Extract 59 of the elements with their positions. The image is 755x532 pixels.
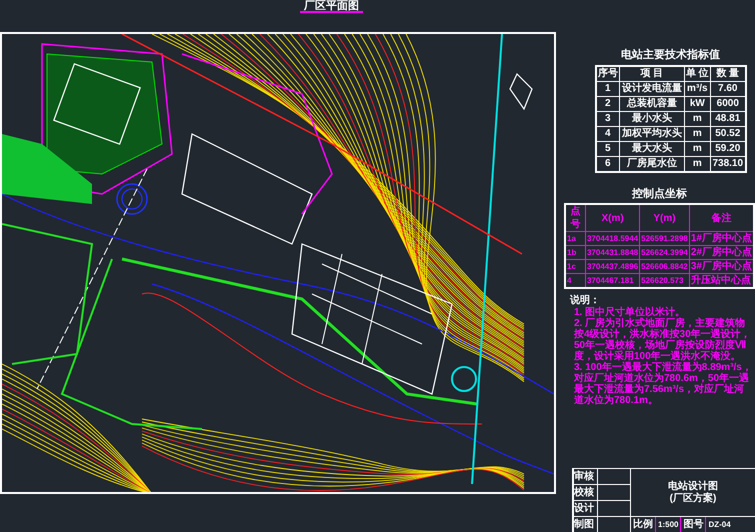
table-cell: 最小水头 bbox=[620, 112, 684, 126]
table-header: Y(m) bbox=[640, 204, 690, 232]
role-label: 审核 bbox=[574, 469, 598, 484]
table-cell: 526591.2898 bbox=[640, 232, 690, 246]
table-cell: 1c bbox=[565, 260, 586, 274]
table-cell: m bbox=[684, 126, 711, 142]
note-text: 2. 厂房为引水式地面厂房，主要建筑物按4级设计，洪水标准按30年一遇设计，50年一遇校核，场地厂房按设防烈度Ⅶ度，设计采用100年一遇洪水不淹没。 bbox=[574, 318, 752, 362]
table-cell: 设计发电流量 bbox=[620, 82, 684, 96]
table-header: 项 目 bbox=[620, 66, 684, 82]
drawing-title: 厂区平面图 bbox=[300, 0, 363, 13]
drawing-subtitle: (厂区方案) bbox=[670, 492, 716, 504]
table-cell: 48.81 bbox=[710, 112, 746, 126]
table-header: X(m) bbox=[585, 204, 640, 232]
table-cell: m³/s bbox=[684, 82, 711, 96]
table-cell: 2 bbox=[596, 96, 620, 112]
table-cell: 526624.3994 bbox=[640, 246, 690, 260]
table-title: 控制点坐标 bbox=[632, 187, 687, 201]
table-cell: 4 bbox=[565, 274, 586, 288]
table-cell: m bbox=[684, 112, 711, 126]
table-cell: 5 bbox=[596, 142, 620, 156]
table-header: 数 量 bbox=[710, 66, 746, 82]
role-label: 设计 bbox=[574, 501, 598, 516]
table-cell: 1b bbox=[565, 246, 586, 260]
role-label: 校核 bbox=[574, 485, 598, 500]
table-cell: 6000 bbox=[710, 96, 746, 112]
table-cell: 3#厂房中心点 bbox=[689, 260, 754, 274]
table-cell: 526606.8842 bbox=[640, 260, 690, 274]
table-header: 单 位 bbox=[684, 66, 711, 82]
table-cell: 3704437.4896 bbox=[585, 260, 640, 274]
table-header: 点号 bbox=[565, 204, 586, 232]
table-cell: 50.52 bbox=[710, 126, 746, 142]
drawing-name: 电站设计图 bbox=[668, 480, 718, 492]
table-cell: 加权平均水头 bbox=[620, 126, 684, 142]
scale-label: 比例 bbox=[631, 517, 656, 532]
table-cell: 2#厂房中心点 bbox=[689, 246, 754, 260]
table-cell: 3 bbox=[596, 112, 620, 126]
table-cell: 1a bbox=[565, 232, 586, 246]
table-cell: 3704418.5944 bbox=[585, 232, 640, 246]
note-text: 1. 图中尺寸单位以米计。 bbox=[574, 307, 686, 318]
table-cell: 1 bbox=[596, 82, 620, 96]
table-header: 序号 bbox=[596, 66, 620, 82]
table-cell: 总装机容量 bbox=[620, 96, 684, 112]
role-label: 制图 bbox=[574, 517, 598, 532]
number-value: DZ-04 bbox=[707, 519, 732, 531]
table-cell: 3704431.8848 bbox=[585, 246, 640, 260]
table-cell: 526620.573 bbox=[640, 274, 690, 288]
table-cell: 最大水头 bbox=[620, 142, 684, 156]
table-cell: 4 bbox=[596, 126, 620, 142]
table-cell: kW bbox=[684, 96, 711, 112]
table-cell: 3704467.181 bbox=[585, 274, 640, 288]
table-cell: 59.20 bbox=[710, 142, 746, 156]
notes-heading: 说明： bbox=[570, 295, 601, 306]
table-cell: m bbox=[684, 142, 711, 156]
table-cell: 7.60 bbox=[710, 82, 746, 96]
table-title: 电站主要技术指标值 bbox=[621, 48, 720, 62]
note-text: 3. 100年一遇最大下泄流量为8.89m³/s，对应厂址河道水位为780.6m，50年一遇最大下泄流量为7.56m³/s，对应厂址河道水位为780.1m。 bbox=[574, 362, 753, 406]
number-label: 图号 bbox=[681, 517, 706, 532]
table-cell: 1#厂房中心点 bbox=[689, 232, 754, 246]
scale-value: 1:500 bbox=[656, 517, 682, 532]
